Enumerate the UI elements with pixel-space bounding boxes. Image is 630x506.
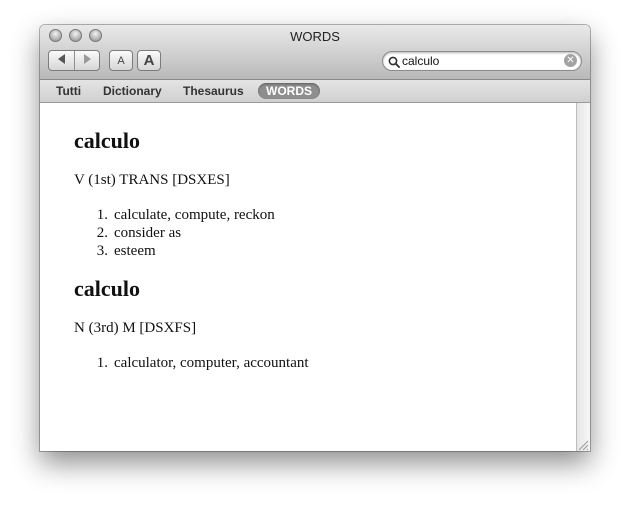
sense-text: calculator, computer, accountant bbox=[114, 355, 309, 371]
font-larger-button[interactable]: A bbox=[137, 50, 161, 71]
search-field[interactable]: ✕ bbox=[382, 51, 582, 71]
headword: calculo bbox=[74, 128, 140, 153]
tab-words[interactable]: WORDS bbox=[258, 83, 320, 99]
sense-text: esteem bbox=[114, 243, 156, 259]
sense-list: 1. calculator, computer, accountant bbox=[74, 354, 309, 372]
tab-tutti[interactable]: Tutti bbox=[48, 83, 89, 99]
sense-text: calculate, compute, reckon bbox=[114, 207, 275, 223]
back-button[interactable] bbox=[49, 51, 74, 70]
dictionary-tabs: Tutti Dictionary Thesaurus WORDS bbox=[40, 80, 590, 103]
search-input[interactable] bbox=[402, 53, 560, 69]
sense-list: 1. calculate, compute, reckon 2. conside… bbox=[74, 206, 275, 260]
sense-item: 3. esteem bbox=[74, 242, 275, 260]
sense-text: consider as bbox=[114, 225, 182, 241]
tab-thesaurus[interactable]: Thesaurus bbox=[175, 83, 252, 99]
app-window: WORDS A A ✕ bbox=[40, 25, 590, 451]
navigation-buttons bbox=[48, 50, 100, 71]
sense-number: 1. bbox=[96, 207, 108, 223]
window-title: WORDS bbox=[290, 29, 340, 44]
search-icon bbox=[388, 55, 400, 68]
vertical-scrollbar[interactable] bbox=[576, 103, 590, 451]
sense-item: 1. calculate, compute, reckon bbox=[74, 206, 275, 224]
headword: calculo bbox=[74, 276, 140, 301]
right-triangle-icon bbox=[83, 54, 91, 67]
sense-number: 3. bbox=[96, 243, 108, 259]
resize-grip-icon[interactable] bbox=[577, 438, 589, 451]
sense-item: 1. calculator, computer, accountant bbox=[74, 354, 309, 372]
grammar-info: V (1st) TRANS [DSXES] bbox=[74, 172, 230, 188]
sense-number: 2. bbox=[96, 225, 108, 241]
tab-dictionary[interactable]: Dictionary bbox=[95, 83, 170, 99]
sense-item: 2. consider as bbox=[74, 224, 275, 242]
sense-number: 1. bbox=[96, 355, 108, 371]
left-triangle-icon bbox=[57, 54, 66, 67]
font-smaller-button[interactable]: A bbox=[109, 50, 133, 71]
grammar-info: N (3rd) M [DSXFS] bbox=[74, 320, 197, 336]
forward-button[interactable] bbox=[74, 51, 99, 70]
clear-search-icon[interactable]: ✕ bbox=[564, 54, 577, 67]
title-bar: WORDS A A ✕ bbox=[40, 25, 590, 80]
definition-content: calculo V (1st) TRANS [DSXES] 1. calcula… bbox=[40, 103, 576, 451]
